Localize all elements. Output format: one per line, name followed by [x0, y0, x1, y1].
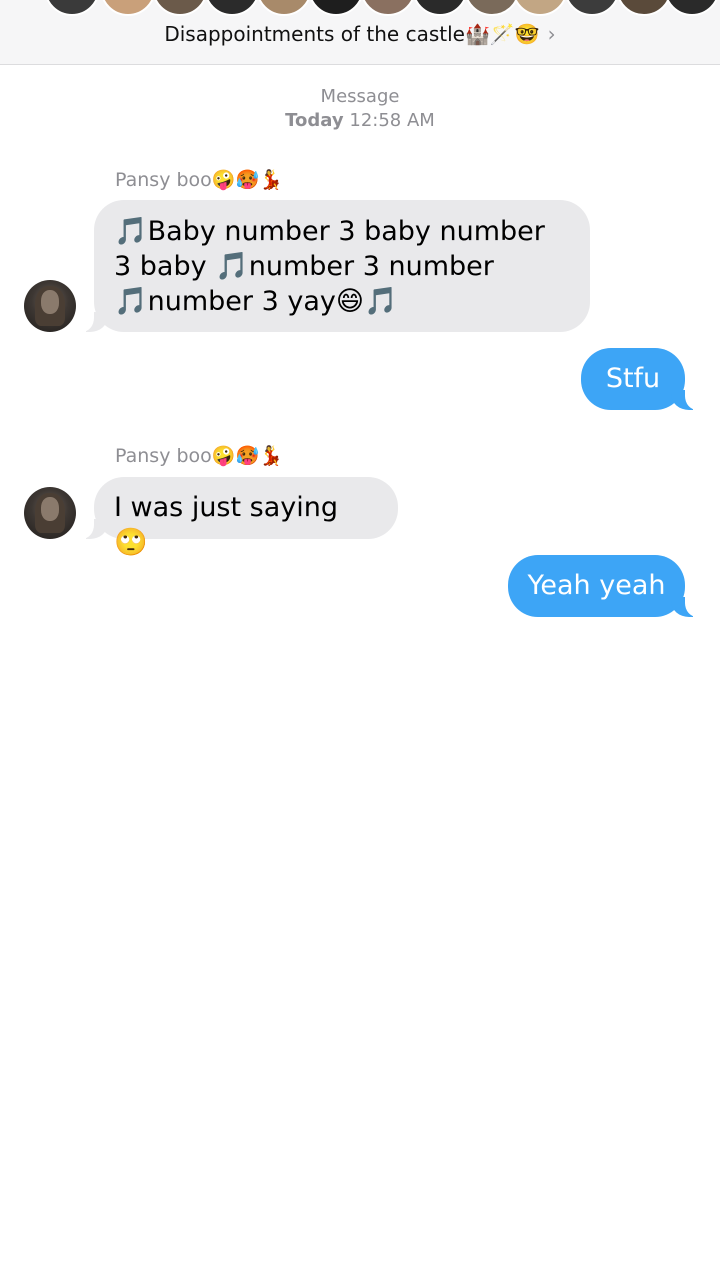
- timestamp-time: 12:58 AM: [349, 110, 435, 131]
- message-text: Stfu: [605, 363, 661, 394]
- contact-avatar[interactable]: [24, 487, 76, 539]
- participant-avatar[interactable]: [152, 0, 208, 16]
- timestamp-datetime: Today 12:58 AM: [0, 109, 720, 133]
- participant-avatar[interactable]: [564, 0, 620, 16]
- participant-avatar[interactable]: [100, 0, 156, 16]
- message-text: I was just saying 🙄: [114, 492, 347, 558]
- avatar-face: [41, 290, 59, 314]
- contact-avatar[interactable]: [24, 280, 76, 332]
- incoming-message-bubble[interactable]: 🎵Baby number 3 baby number 3 baby 🎵numbe…: [76, 200, 590, 332]
- sender-name: Pansy boo🤪🥵💃: [115, 445, 283, 467]
- timestamp-label: Message: [320, 86, 400, 107]
- outgoing-message-bubble[interactable]: Yeah yeah: [508, 555, 703, 617]
- message-text: Yeah yeah: [527, 570, 666, 601]
- participant-avatar[interactable]: [360, 0, 416, 16]
- message-text: 🎵Baby number 3 baby number 3 baby 🎵numbe…: [114, 216, 554, 317]
- message-timestamp: Message Today 12:58 AM: [0, 85, 720, 133]
- group-participants-strip[interactable]: [0, 0, 720, 16]
- incoming-message-bubble[interactable]: I was just saying 🙄: [76, 477, 398, 558]
- participant-avatar[interactable]: [616, 0, 672, 16]
- conversation-header: Disappointments of the castle🏰🪄🤓 ›: [0, 0, 720, 65]
- participant-avatar[interactable]: [44, 0, 100, 16]
- participant-avatar[interactable]: [464, 0, 520, 16]
- participant-avatar[interactable]: [256, 0, 312, 16]
- participant-avatar[interactable]: [308, 0, 364, 16]
- participant-avatar[interactable]: [204, 0, 260, 16]
- participant-avatar[interactable]: [664, 0, 720, 16]
- participant-avatar[interactable]: [512, 0, 568, 16]
- chevron-right-icon: ›: [547, 22, 556, 46]
- group-title-text: Disappointments of the castle🏰🪄🤓: [164, 22, 540, 46]
- bubble-tail: [76, 310, 108, 332]
- sender-name: Pansy boo🤪🥵💃: [115, 169, 283, 191]
- timestamp-day: Today: [285, 110, 344, 131]
- participant-avatar[interactable]: [412, 0, 468, 16]
- group-title-button[interactable]: Disappointments of the castle🏰🪄🤓 ›: [0, 20, 720, 48]
- outgoing-message-bubble[interactable]: Stfu: [581, 348, 703, 410]
- avatar-face: [41, 497, 59, 521]
- bubble-tail: [76, 517, 108, 539]
